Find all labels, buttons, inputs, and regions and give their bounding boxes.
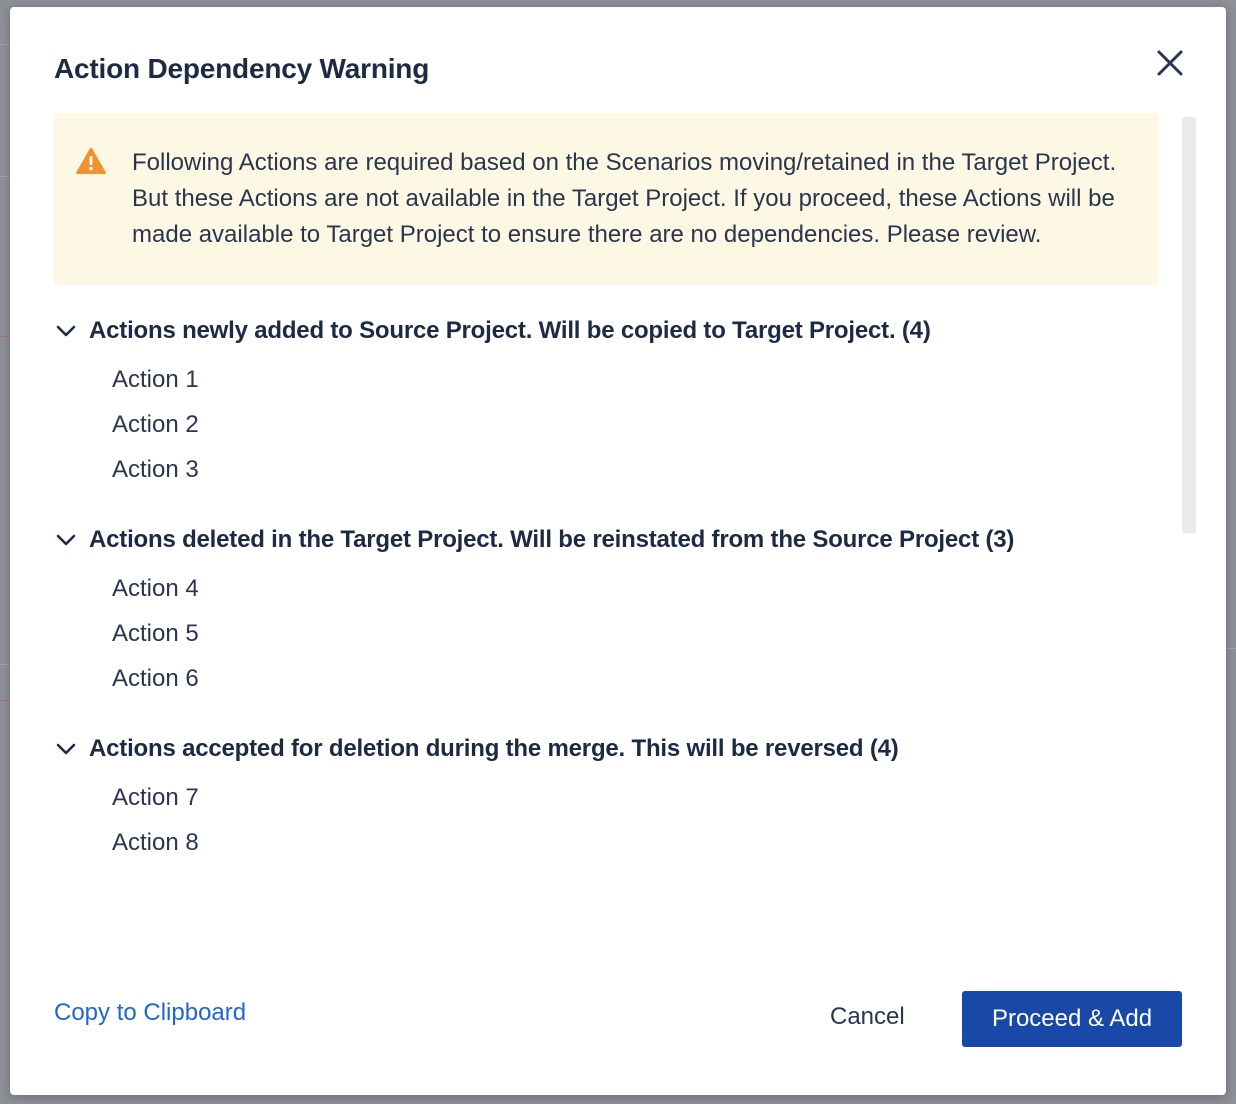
content-scrollbar[interactable] <box>1182 117 1196 533</box>
background-divider <box>0 44 10 45</box>
background-divider <box>0 700 10 701</box>
dialog-title: Action Dependency Warning <box>54 53 430 84</box>
list-item: Action 6 <box>112 665 199 692</box>
close-button[interactable] <box>1152 45 1188 81</box>
section-header-deleted-target[interactable]: Actions deleted in the Target Project. W… <box>54 520 1158 560</box>
action-list: Action 4 Action 5 Action 6 <box>54 566 1158 701</box>
section-title: Actions deleted in the Target Project. W… <box>89 526 1015 553</box>
list-item: Action 7 <box>112 784 199 811</box>
action-list: Action 7 Action 8 <box>54 775 1158 865</box>
list-item: Action 8 <box>112 829 199 856</box>
list-item: Action 2 <box>112 411 199 438</box>
section-accepted-deletion: Actions accepted for deletion during the… <box>54 729 1158 865</box>
section-header-accepted-deletion[interactable]: Actions accepted for deletion during the… <box>54 729 1158 769</box>
background-divider <box>0 336 10 337</box>
dialog-content[interactable]: Following Actions are required based on … <box>54 113 1158 953</box>
warning-banner: Following Actions are required based on … <box>54 113 1158 285</box>
cancel-button[interactable]: Cancel <box>818 995 917 1039</box>
chevron-down-icon <box>56 325 76 337</box>
chevron-down-icon <box>56 743 76 755</box>
warning-message: Following Actions are required based on … <box>132 149 1117 248</box>
section-title: Actions accepted for deletion during the… <box>89 735 899 762</box>
background-divider <box>0 176 10 177</box>
list-item: Action 4 <box>112 575 199 602</box>
list-item: Action 1 <box>112 366 199 393</box>
section-title: Actions newly added to Source Project. W… <box>89 317 931 344</box>
list-item: Action 3 <box>112 456 199 483</box>
action-dependency-dialog: Action Dependency Warning Following Acti… <box>10 7 1226 1095</box>
background-divider <box>0 664 10 665</box>
warning-triangle-icon <box>76 147 106 180</box>
section-deleted-target: Actions deleted in the Target Project. W… <box>54 520 1158 701</box>
list-item: Action 5 <box>112 620 199 647</box>
copy-to-clipboard-link[interactable]: Copy to Clipboard <box>54 999 246 1027</box>
background-divider <box>1226 648 1236 649</box>
action-list: Action 1 Action 2 Action 3 <box>54 357 1158 492</box>
chevron-down-icon <box>56 534 76 546</box>
section-newly-added: Actions newly added to Source Project. W… <box>54 311 1158 492</box>
close-icon <box>1157 50 1183 76</box>
section-header-newly-added[interactable]: Actions newly added to Source Project. W… <box>54 311 1158 351</box>
proceed-add-button[interactable]: Proceed & Add <box>962 991 1182 1047</box>
